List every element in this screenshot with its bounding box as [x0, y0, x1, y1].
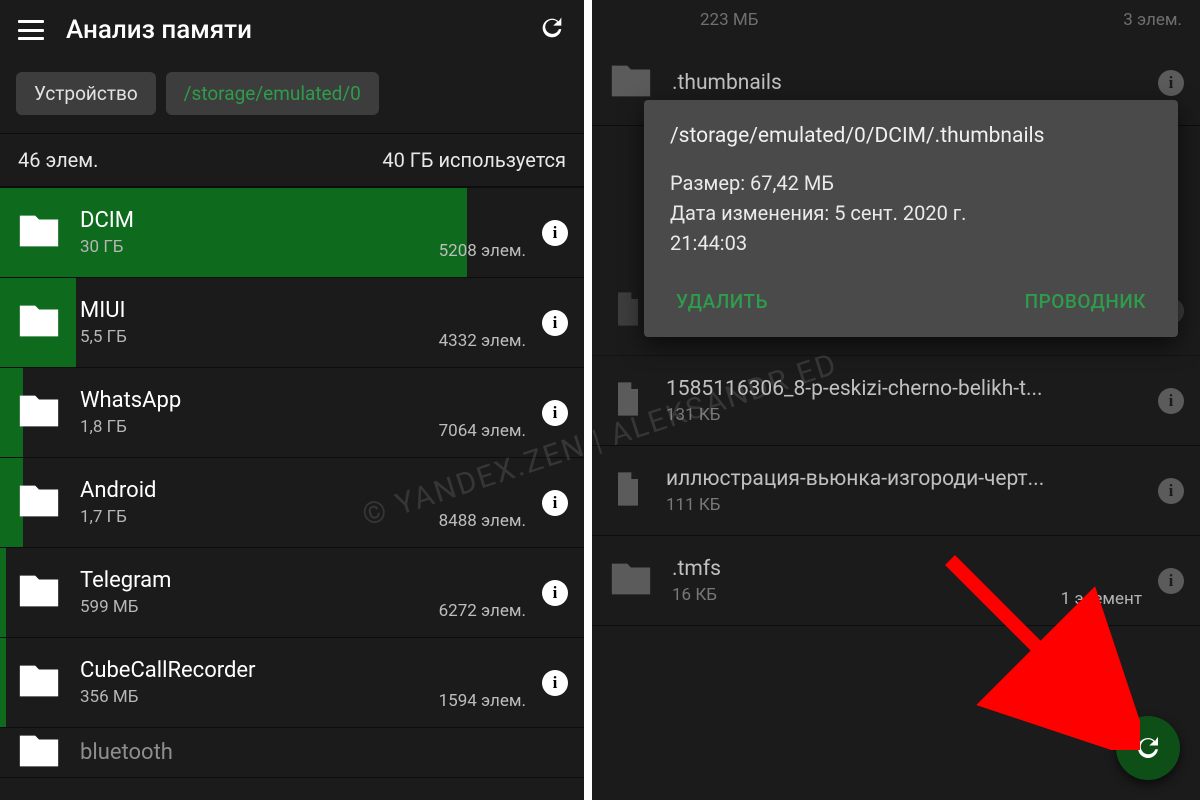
file-icon	[608, 467, 648, 515]
folder-row[interactable]: WhatsApp 1,8 ГБ 7064 элем. i	[0, 368, 584, 458]
dialog-time: 21:44:03	[670, 228, 1152, 258]
folder-count: 5208 элем.	[439, 241, 526, 277]
page-title: Анализ памяти	[66, 15, 538, 45]
info-icon[interactable]: i	[542, 310, 568, 336]
folder-size: 1,8 ГБ	[80, 417, 439, 437]
dialog-path: /storage/emulated/0/DCIM/.thumbnails	[670, 124, 1152, 148]
item-size: 111 КБ	[666, 495, 1158, 515]
folder-icon	[16, 728, 62, 778]
folder-icon	[608, 556, 654, 606]
info-icon[interactable]: i	[542, 220, 568, 246]
folder-icon	[16, 478, 62, 528]
item-count: 46 элем.	[18, 148, 98, 172]
breadcrumb: Устройство /storage/emulated/0	[0, 60, 584, 133]
list-item-peek: 223 МБ 3 элем.	[592, 0, 1200, 40]
folder-size: 5,5 ГБ	[80, 327, 439, 347]
item-extra: 1 элемент	[1061, 589, 1142, 625]
file-row[interactable]: иллюстрация-вьюнка-изгороди-черт... 111 К…	[592, 446, 1200, 536]
folder-icon	[16, 298, 62, 348]
item-name: .tmfs	[672, 557, 1052, 581]
app-header: Анализ памяти	[0, 0, 584, 60]
folder-size: 1,7 ГБ	[80, 507, 439, 527]
menu-icon[interactable]	[18, 20, 44, 40]
folder-row[interactable]: .tmfs 16 КБ 1 элемент i	[592, 536, 1200, 626]
info-icon[interactable]: i	[1158, 478, 1184, 504]
file-icon	[608, 287, 648, 335]
folder-icon	[16, 568, 62, 618]
item-name: 1585116306_8-p-eskizi-cherno-belikh-t...	[666, 377, 1046, 401]
delete-button[interactable]: УДАЛИТЬ	[670, 280, 774, 323]
stats-bar: 46 элем. 40 ГБ используется	[0, 133, 584, 188]
info-icon[interactable]: i	[1158, 70, 1184, 96]
folder-icon	[16, 658, 62, 708]
item-name: .thumbnails	[672, 71, 1052, 95]
folder-icon	[16, 208, 62, 258]
info-icon[interactable]: i	[542, 400, 568, 426]
info-icon[interactable]: i	[1158, 568, 1184, 594]
storage-analysis-panel: Анализ памяти Устройство /storage/emulat…	[0, 0, 592, 800]
peek-size: 223 МБ	[700, 10, 758, 30]
info-icon[interactable]: i	[542, 490, 568, 516]
file-icon	[608, 377, 648, 425]
info-dialog: /storage/emulated/0/DCIM/.thumbnails Раз…	[644, 100, 1178, 337]
folder-row[interactable]: CubeCallRecorder 356 МБ 1594 элем. i	[0, 638, 584, 728]
folder-row[interactable]: Telegram 599 МБ 6272 элем. i	[0, 548, 584, 638]
folder-count: 1594 элем.	[439, 691, 526, 727]
info-icon[interactable]: i	[1158, 388, 1184, 414]
folder-count: 7064 элем.	[439, 421, 526, 457]
folder-name: DCIM	[80, 208, 439, 233]
folder-icon	[16, 388, 62, 438]
folder-count: 6272 элем.	[439, 601, 526, 637]
folder-row[interactable]: MIUI 5,5 ГБ 4332 элем. i	[0, 278, 584, 368]
folder-name: Android	[80, 478, 439, 503]
folder-name: WhatsApp	[80, 388, 439, 413]
folder-name: CubeCallRecorder	[80, 658, 439, 683]
peek-count: 3 элем.	[1123, 10, 1182, 30]
folder-name: MIUI	[80, 298, 439, 323]
breadcrumb-path[interactable]: /storage/emulated/0	[166, 72, 379, 115]
item-name: иллюстрация-вьюнка-изгороди-черт...	[666, 467, 1046, 491]
folder-size: 599 МБ	[80, 597, 439, 617]
folder-size: 356 МБ	[80, 687, 439, 707]
item-size: 131 КБ	[666, 405, 1158, 425]
info-icon[interactable]: i	[542, 580, 568, 606]
file-row[interactable]: 1585116306_8-p-eskizi-cherno-belikh-t...…	[592, 356, 1200, 446]
dialog-date: Дата изменения: 5 сент. 2020 г.	[670, 198, 1152, 228]
folder-contents-panel: 223 МБ 3 элем. .thumbnails i c7a6f129577…	[592, 0, 1200, 800]
folder-row[interactable]: Android 1,7 ГБ 8488 элем. i	[0, 458, 584, 548]
breadcrumb-device[interactable]: Устройство	[16, 72, 156, 115]
folder-name: Telegram	[80, 568, 439, 593]
folder-row[interactable]: bluetooth	[0, 728, 584, 778]
refresh-icon	[1133, 733, 1163, 763]
refresh-icon[interactable]	[538, 14, 566, 46]
folder-count: 8488 элем.	[439, 511, 526, 547]
folder-count: 4332 элем.	[439, 331, 526, 367]
folder-row[interactable]: DCIM 30 ГБ 5208 элем. i	[0, 188, 584, 278]
folder-size: 30 ГБ	[80, 237, 439, 257]
explorer-button[interactable]: ПРОВОДНИК	[1019, 280, 1152, 323]
dialog-size: Размер: 67,42 МБ	[670, 168, 1152, 198]
refresh-fab[interactable]	[1116, 716, 1180, 780]
used-space: 40 ГБ используется	[382, 148, 566, 172]
item-size: 16 КБ	[672, 585, 1061, 605]
info-icon[interactable]: i	[542, 670, 568, 696]
folder-name: bluetooth	[80, 740, 568, 765]
